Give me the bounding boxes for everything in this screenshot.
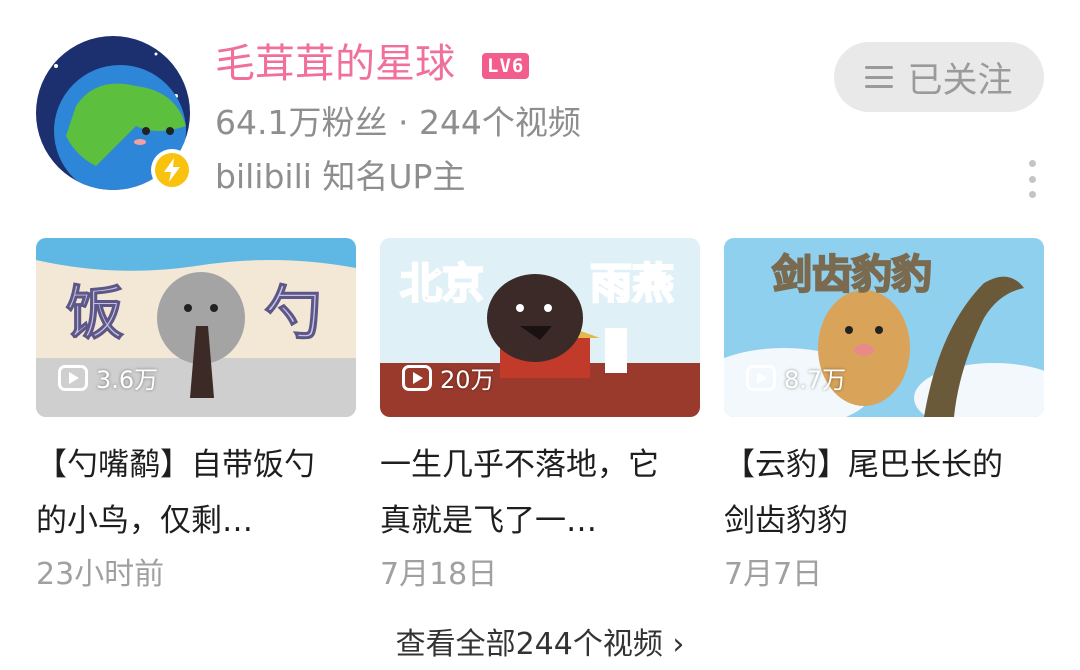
view-count-text: 8.7万	[784, 366, 847, 394]
channel-stats: 64.1万粉丝 · 244个视频	[215, 103, 581, 142]
follow-button[interactable]: 已关注	[834, 42, 1044, 112]
menu-icon	[865, 66, 894, 88]
video-date: 7月7日	[724, 557, 823, 592]
video-title[interactable]: 【勺嘴鹬】自带饭勺的小鸟，仅剩…	[36, 437, 336, 549]
view-count: 8.7万	[746, 360, 846, 395]
verification-label: bilibili 知名UP主	[215, 157, 466, 196]
thumb-text-left: 饭	[66, 279, 124, 347]
play-icon	[746, 364, 776, 391]
video-card[interactable]: 北京 雨燕 20万 一生几乎不落地，它真就是飞了一… 7月18日	[380, 238, 700, 597]
view-count: 20万	[402, 360, 495, 395]
channel-name[interactable]: 毛茸茸的星球	[215, 38, 455, 90]
view-count-text: 3.6万	[96, 366, 159, 394]
video-card[interactable]: 剑齿豹豹 8.7万 【云豹】尾巴长长的剑齿豹豹 7月7日	[724, 238, 1044, 597]
thumb-text-left: 北京	[400, 259, 484, 308]
more-options-icon[interactable]	[1022, 160, 1042, 198]
thumb-text: 剑齿豹豹	[772, 252, 932, 298]
follow-label: 已关注	[907, 60, 1013, 101]
video-title[interactable]: 【云豹】尾巴长长的剑齿豹豹	[724, 437, 1024, 549]
level-badge: LV6	[482, 53, 530, 79]
view-all-videos-link[interactable]: 查看全部244个视频 ›	[0, 620, 1080, 670]
video-thumbnail[interactable]: 饭 勺 3.6万	[36, 238, 356, 417]
video-date: 23小时前	[36, 557, 165, 592]
video-thumbnail[interactable]: 剑齿豹豹 8.7万	[724, 238, 1044, 417]
view-count-text: 20万	[440, 366, 495, 394]
view-count: 3.6万	[58, 360, 158, 395]
play-icon	[58, 364, 88, 391]
video-card[interactable]: 饭 勺 3.6万 【勺嘴鹬】自带饭勺的小鸟，仅剩… 23小时前	[36, 238, 356, 597]
thumb-text-right: 雨燕	[590, 259, 674, 308]
video-thumbnail[interactable]: 北京 雨燕 20万	[380, 238, 700, 417]
thumb-text-right: 勺	[264, 279, 322, 347]
play-icon	[402, 364, 432, 391]
lightning-icon	[150, 148, 194, 192]
video-date: 7月18日	[380, 557, 498, 592]
video-title[interactable]: 一生几乎不落地，它真就是飞了一…	[380, 437, 680, 549]
